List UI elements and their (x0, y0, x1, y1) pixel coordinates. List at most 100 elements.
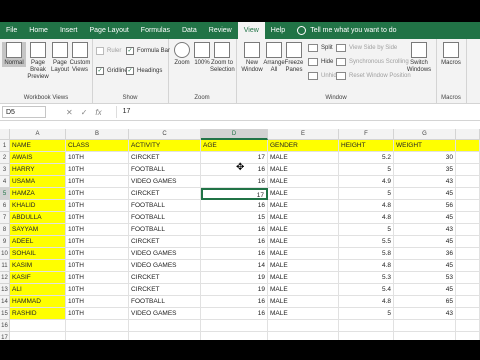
column-header-f[interactable]: F (339, 129, 394, 140)
table-cell[interactable]: 43 (394, 176, 456, 188)
table-cell[interactable]: 4.8 (339, 212, 394, 224)
table-cell[interactable] (201, 332, 268, 340)
table-cell[interactable] (394, 320, 456, 332)
tab-help[interactable]: Help (265, 22, 291, 39)
table-cell[interactable]: KASIM (10, 260, 66, 272)
freeze-panes-button[interactable]: Freeze Panes (282, 42, 306, 74)
table-cell[interactable]: 45 (394, 236, 456, 248)
row-header[interactable]: 9 (0, 236, 10, 248)
empty-cell[interactable] (456, 320, 480, 332)
table-cell[interactable]: 5 (339, 308, 394, 320)
table-cell[interactable]: 53 (394, 272, 456, 284)
table-cell[interactable]: 45 (394, 188, 456, 200)
table-cell[interactable]: ALI (10, 284, 66, 296)
table-cell[interactable]: 45 (394, 260, 456, 272)
table-cell[interactable]: 10TH (66, 200, 129, 212)
header-cell[interactable]: GENDER (268, 140, 339, 152)
table-cell[interactable]: 45 (394, 212, 456, 224)
table-cell[interactable]: CIRCKET (129, 152, 201, 164)
table-cell[interactable] (66, 332, 129, 340)
table-cell[interactable]: MALE (268, 248, 339, 260)
empty-cell[interactable] (456, 236, 480, 248)
table-cell[interactable]: MALE (268, 152, 339, 164)
table-cell[interactable]: MALE (268, 200, 339, 212)
table-cell[interactable]: CIRCKET (129, 188, 201, 200)
empty-cell[interactable] (456, 164, 480, 176)
table-cell[interactable]: MALE (268, 176, 339, 188)
table-cell[interactable]: 16 (201, 176, 268, 188)
tab-file[interactable]: File (0, 22, 23, 39)
table-cell[interactable]: 30 (394, 152, 456, 164)
hide-button[interactable]: Hide (308, 58, 333, 66)
table-cell[interactable]: 16 (201, 200, 268, 212)
row-header[interactable]: 7 (0, 212, 10, 224)
table-cell[interactable]: VIDEO GAMES (129, 248, 201, 260)
table-cell[interactable]: VIDEO GAMES (129, 308, 201, 320)
empty-cell[interactable] (456, 260, 480, 272)
table-cell[interactable] (339, 332, 394, 340)
table-cell[interactable]: 16 (201, 296, 268, 308)
table-cell[interactable]: 10TH (66, 152, 129, 164)
macros-button[interactable]: Macros (439, 42, 463, 67)
table-cell[interactable]: 5 (339, 224, 394, 236)
table-cell[interactable]: MALE (268, 224, 339, 236)
table-cell[interactable]: CIRCKET (129, 272, 201, 284)
name-box[interactable]: D5 (2, 106, 46, 118)
table-cell[interactable]: 10TH (66, 188, 129, 200)
table-cell[interactable]: 5 (339, 188, 394, 200)
table-cell[interactable] (268, 332, 339, 340)
table-cell[interactable]: 5.8 (339, 248, 394, 260)
row-header[interactable]: 1 (0, 140, 10, 152)
column-header-b[interactable]: B (66, 129, 129, 140)
table-cell[interactable]: MALE (268, 164, 339, 176)
empty-cell[interactable] (456, 140, 480, 152)
page-break-preview-button[interactable]: Page Break Preview (26, 42, 50, 81)
synchronous-scrolling-button[interactable]: Synchronous Scrolling (336, 58, 409, 66)
table-cell[interactable]: ADEEL (10, 236, 66, 248)
empty-cell[interactable] (456, 284, 480, 296)
split-button[interactable]: Split (308, 44, 333, 52)
table-cell[interactable]: MALE (268, 260, 339, 272)
tab-page-layout[interactable]: Page Layout (83, 22, 134, 39)
table-cell[interactable]: RASHID (10, 308, 66, 320)
table-cell[interactable]: VIDEO GAMES (129, 176, 201, 188)
table-cell[interactable]: FOOTBALL (129, 164, 201, 176)
table-cell[interactable]: AWAIS (10, 152, 66, 164)
table-cell[interactable]: MALE (268, 284, 339, 296)
empty-cell[interactable] (456, 248, 480, 260)
table-cell[interactable]: 36 (394, 248, 456, 260)
empty-cell[interactable] (456, 332, 480, 340)
table-cell[interactable]: 10TH (66, 260, 129, 272)
table-cell[interactable]: 10TH (66, 296, 129, 308)
table-cell[interactable]: 16 (201, 164, 268, 176)
table-cell[interactable]: MALE (268, 188, 339, 200)
row-header[interactable]: 11 (0, 260, 10, 272)
reset-window-position-button[interactable]: Reset Window Position (336, 72, 411, 80)
empty-cell[interactable] (456, 200, 480, 212)
table-cell[interactable]: 16 (201, 236, 268, 248)
fx-icon[interactable]: fx (95, 108, 101, 117)
table-cell[interactable]: MALE (268, 212, 339, 224)
row-header[interactable]: 8 (0, 224, 10, 236)
table-cell[interactable]: FOOTBALL (129, 224, 201, 236)
row-header[interactable]: 6 (0, 200, 10, 212)
empty-cell[interactable] (456, 272, 480, 284)
header-cell[interactable]: CLASS (66, 140, 129, 152)
table-cell[interactable]: 15 (201, 212, 268, 224)
header-cell[interactable]: AGE (201, 140, 268, 152)
table-cell[interactable]: 35 (394, 164, 456, 176)
enter-icon[interactable]: ✓ (81, 108, 88, 117)
table-cell[interactable] (10, 320, 66, 332)
new-window-button[interactable]: New Window (240, 42, 264, 74)
table-cell[interactable] (66, 320, 129, 332)
empty-cell[interactable] (456, 212, 480, 224)
table-cell[interactable]: SOHAIL (10, 248, 66, 260)
ruler-checkbox[interactable]: Ruler (96, 47, 121, 55)
table-cell[interactable]: 10TH (66, 248, 129, 260)
table-cell[interactable] (339, 320, 394, 332)
headings-checkbox[interactable]: ✓ Headings (126, 67, 162, 75)
table-cell[interactable]: FOOTBALL (129, 200, 201, 212)
table-cell[interactable]: 4.9 (339, 176, 394, 188)
empty-cell[interactable] (456, 296, 480, 308)
header-cell[interactable]: HEIGHT (339, 140, 394, 152)
